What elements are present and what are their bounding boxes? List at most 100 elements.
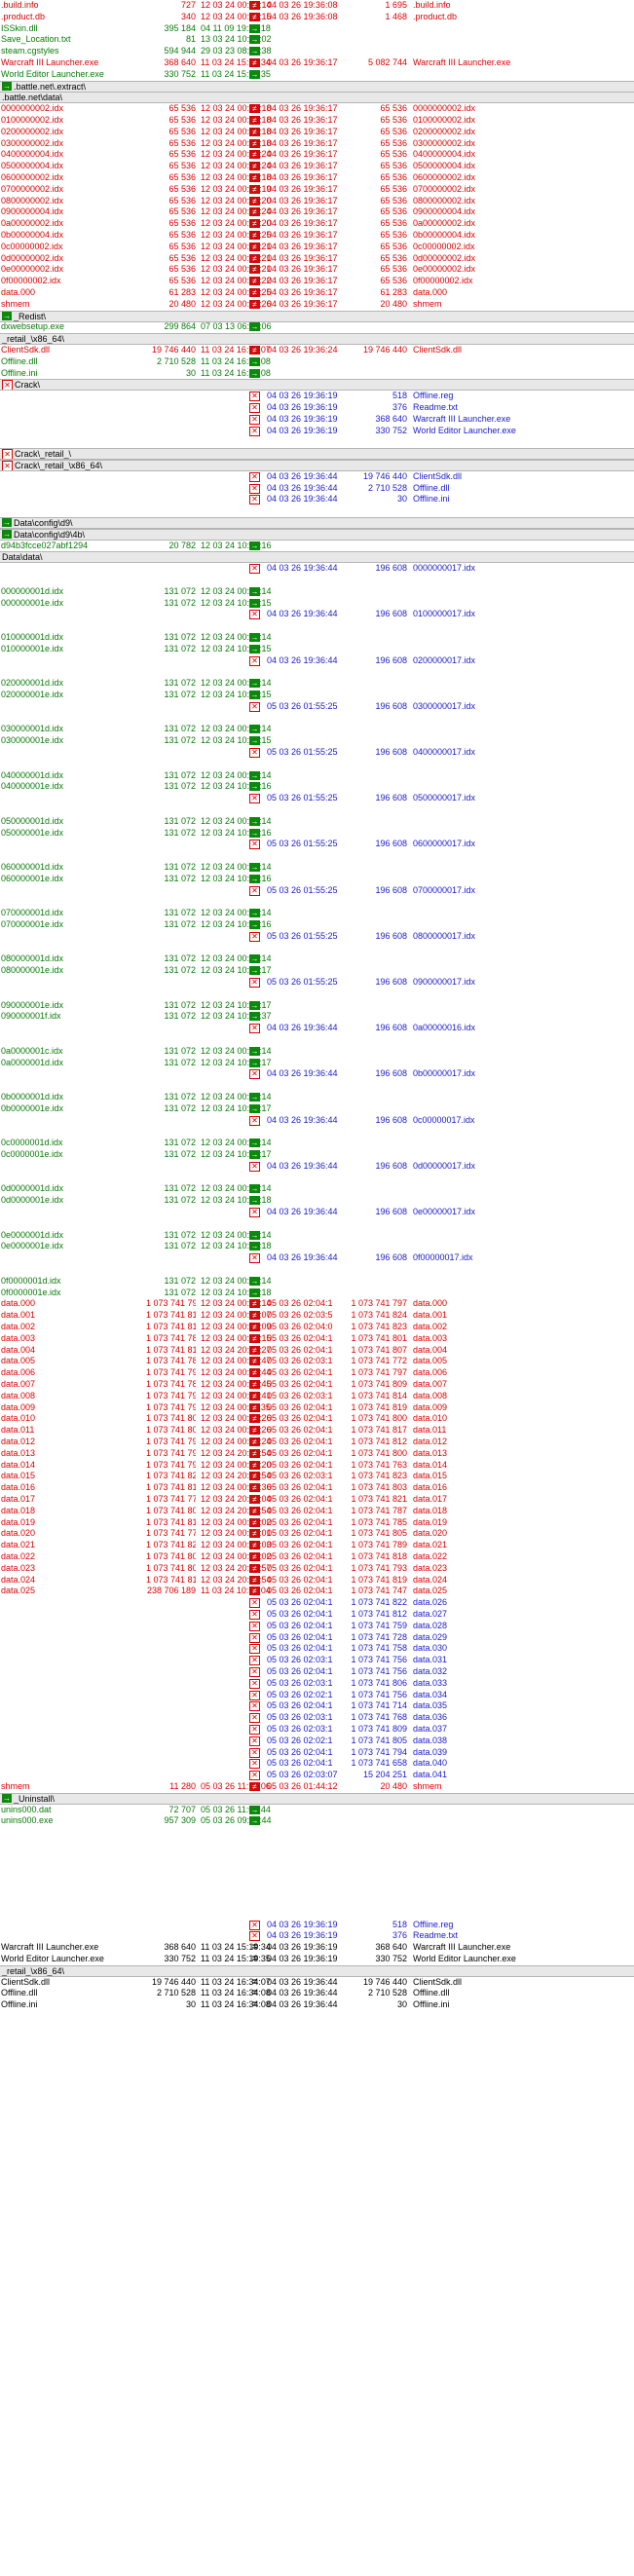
file-row[interactable]: ✕ 04 03 26 19:36:44 19 746 440 ClientSdk.dl… bbox=[0, 471, 634, 482]
file-row[interactable]: 0a00000002.idx 65 536 12 03 24 00:02:20 ≠ 04… bbox=[0, 218, 634, 229]
file-row[interactable]: data.008 1 073 741 797 12 03 24 00:10:41≠ 0… bbox=[0, 1391, 634, 1401]
folder-header[interactable]: ✕ Crack\_retail_\x86_64\ bbox=[0, 460, 634, 471]
file-row[interactable]: 0e0000001d.idx 131 072 12 03 24 00:26:14 → bbox=[0, 1230, 634, 1241]
file-row[interactable]: ✕ 04 03 26 19:36:44 196 608 0a00000016.idx bbox=[0, 1023, 634, 1034]
file-row[interactable]: ✕ 04 03 26 19:36:19 518 Offline.reg bbox=[0, 1920, 634, 1930]
file-row[interactable]: data.000 61 283 12 03 24 00:02:25 ≠ 04 03 26… bbox=[0, 287, 634, 298]
file-row[interactable]: ✕ 05 03 26 02:03:07 15 204 251 data.041 bbox=[0, 1770, 634, 1781]
file-row[interactable]: 0200000002.idx 65 536 12 03 24 00:02:18 ≠ 04… bbox=[0, 127, 634, 137]
file-row[interactable]: ✕ 04 03 26 19:36:44 196 608 0b00000017.idx bbox=[0, 1068, 634, 1080]
file-row[interactable]: data.020 1 073 741 774 12 03 24 00:22:01≠ 0… bbox=[0, 1528, 634, 1539]
file-row[interactable]: data.000 1 073 741 795 12 03 24 00:26:14≠ 0… bbox=[0, 1298, 634, 1309]
file-row[interactable]: ✕ 04 03 26 19:36:44 196 608 0c00000017.idx bbox=[0, 1115, 634, 1126]
file-row[interactable]: ✕ 05 03 26 02:03:1 1 073 741 756 data.031 bbox=[0, 1655, 634, 1666]
file-row[interactable]: 060000001e.idx 131 072 12 03 24 10:51:16 → bbox=[0, 874, 634, 884]
file-row[interactable]: dxwebsetup.exe 299 864 07 03 13 06:39:06 → bbox=[0, 321, 634, 332]
file-row[interactable]: 0700000002.idx 65 536 12 03 24 00:02:19 ≠ 04… bbox=[0, 184, 634, 195]
file-row[interactable]: data.007 1 073 741 788 12 03 24 00:09:45≠ 0… bbox=[0, 1379, 634, 1390]
file-row[interactable]: data.013 1 073 741 793 12 03 24 20:25:54≠ 0… bbox=[0, 1448, 634, 1459]
file-row[interactable]: data.014 1 073 741 793 12 03 24 00:16:20≠ 0… bbox=[0, 1460, 634, 1471]
file-row[interactable]: data.021 1 073 741 823 12 03 24 00:23:03≠ 0… bbox=[0, 1540, 634, 1550]
file-row[interactable]: ✕ 05 03 26 02:04:1 1 073 741 794 data.039 bbox=[0, 1747, 634, 1758]
file-row[interactable]: 000000001d.idx 131 072 12 03 24 00:26:14 → bbox=[0, 586, 634, 597]
file-row[interactable]: 0900000004.idx 65 536 12 03 24 00:02:24 ≠ 04… bbox=[0, 206, 634, 217]
folder-header[interactable]: ✕ Crack\_retail_\ bbox=[0, 448, 634, 461]
file-row[interactable]: 0c00000002.idx 65 536 12 03 24 00:02:21 ≠ 04… bbox=[0, 242, 634, 252]
file-row[interactable]: data.012 1 073 741 793 12 03 24 00:14:24≠ 0… bbox=[0, 1437, 634, 1447]
file-row[interactable]: 080000001d.idx 131 072 12 03 24 00:26:14 → bbox=[0, 953, 634, 964]
folder-header[interactable]: → _Redist\ bbox=[0, 310, 634, 322]
file-row[interactable]: .product.db 340 12 03 24 00:26:15 ≠ 04 03 26… bbox=[0, 12, 634, 22]
folder-header[interactable]: → Data\config\d9\4b\ bbox=[0, 528, 634, 541]
file-row[interactable]: steam.cgstyles 594 944 29 03 23 08:52:38 → bbox=[0, 46, 634, 56]
file-row[interactable]: 010000001d.idx 131 072 12 03 24 00:26:14 → bbox=[0, 632, 634, 643]
file-row[interactable]: 030000001d.idx 131 072 12 03 24 00:26:14 → bbox=[0, 724, 634, 734]
file-row[interactable]: 090000001f.idx 131 072 12 03 24 10:57:37 → bbox=[0, 1011, 634, 1022]
file-row[interactable]: shmem 20 480 12 03 24 00:02:26 ≠ 04 03 26 19… bbox=[0, 299, 634, 310]
file-row[interactable]: 0a0000001d.idx 131 072 12 03 24 10:51:17 → bbox=[0, 1058, 634, 1068]
file-row[interactable]: 0b00000004.idx 65 536 12 03 24 00:02:25 ≠ 04… bbox=[0, 230, 634, 241]
file-row[interactable]: 0c0000001d.idx 131 072 12 03 24 00:26:14 → bbox=[0, 1138, 634, 1148]
file-row[interactable]: ✕ 05 03 26 02:04:1 1 073 741 758 data.030 bbox=[0, 1643, 634, 1655]
file-row[interactable]: 080000001e.idx 131 072 12 03 24 10:51:17 → bbox=[0, 965, 634, 976]
file-row[interactable]: Save_Location.txt 81 13 03 24 10:03:02 → bbox=[0, 34, 634, 45]
file-row[interactable]: 0300000002.idx 65 536 12 03 24 00:02:18 ≠ 04… bbox=[0, 138, 634, 149]
file-row[interactable]: 050000001e.idx 131 072 12 03 24 10:51:16 → bbox=[0, 828, 634, 839]
file-row[interactable]: ✕ 04 03 26 19:36:19 368 640 Warcraft III La… bbox=[0, 414, 634, 425]
file-row[interactable]: 0f00000002.idx 65 536 12 03 24 00:02:22 ≠ 04… bbox=[0, 276, 634, 286]
file-row[interactable]: unins000.exe 957 309 05 03 26 09:53:44 → bbox=[0, 1815, 634, 1826]
file-row[interactable]: data.023 1 073 741 800 12 03 24 20:24:57≠ 0… bbox=[0, 1563, 634, 1574]
folder-header[interactable]: _retail_\x86_64\ bbox=[0, 333, 634, 346]
folder-header[interactable]: _retail_\x86_64\ bbox=[0, 1964, 634, 1977]
folder-header[interactable]: → .battle.net\.extract\ bbox=[0, 80, 634, 93]
file-row[interactable]: ✕ 05 03 26 02:04:1 1 073 741 714 data.035 bbox=[0, 1700, 634, 1712]
file-row[interactable]: Warcraft III Launcher.exe 368 640 11 03 24… bbox=[0, 1942, 634, 1953]
file-row[interactable]: 030000001e.idx 131 072 12 03 24 10:51:15 → bbox=[0, 735, 634, 746]
file-row[interactable]: 0d00000002.idx 65 536 12 03 24 00:02:21 ≠ 04… bbox=[0, 253, 634, 264]
file-row[interactable]: ✕ 04 03 26 19:36:44 196 608 0000000017.idx bbox=[0, 563, 634, 575]
file-row[interactable]: unins000.dat 72 707 05 03 26 11:04:44 → bbox=[0, 1805, 634, 1815]
file-row[interactable]: ✕ 04 03 26 19:36:19 376 Readme.txt bbox=[0, 402, 634, 413]
file-row[interactable]: ✕ 04 03 26 19:36:44 196 608 0d00000017.idx bbox=[0, 1161, 634, 1172]
file-row[interactable]: data.015 1 073 741 822 12 03 24 20:25:54≠ 0… bbox=[0, 1471, 634, 1481]
file-row[interactable]: data.002 1 073 741 815 12 03 24 00:05:09≠ 0… bbox=[0, 1322, 634, 1332]
file-row[interactable]: 0500000004.idx 65 536 12 03 24 00:02:24 ≠ 04… bbox=[0, 161, 634, 171]
file-row[interactable]: shmem 11 280 05 03 26 11:12:06 ≠ 05 03 26 01… bbox=[0, 1781, 634, 1792]
file-row[interactable]: ✕ 05 03 26 01:55:25 196 608 0300000017.idx bbox=[0, 701, 634, 712]
file-row[interactable]: ✕ 04 03 26 19:36:44 196 608 0e00000017.idx bbox=[0, 1207, 634, 1217]
file-row[interactable]: 0c0000001e.idx 131 072 12 03 24 10:51:17 → bbox=[0, 1149, 634, 1160]
file-row[interactable]: .build.info 727 12 03 24 00:26:14 ≠ 04 03 26… bbox=[0, 0, 634, 11]
file-row[interactable]: d94b3fcce027abf1294 20 782 12 03 24 10:44:… bbox=[0, 541, 634, 551]
file-row[interactable]: 0d0000001d.idx 131 072 12 03 24 00:26:14 → bbox=[0, 1183, 634, 1194]
file-row[interactable]: 0e00000002.idx 65 536 12 03 24 00:02:21 ≠ 04… bbox=[0, 264, 634, 275]
file-row[interactable]: ✕ 04 03 26 19:36:44 196 608 0f00000017.idx bbox=[0, 1252, 634, 1264]
file-row[interactable]: data.024 1 073 741 819 12 03 24 20:25:54≠ 0… bbox=[0, 1575, 634, 1586]
file-row[interactable]: ✕ 05 03 26 02:03:1 1 073 741 809 data.037 bbox=[0, 1724, 634, 1735]
file-row[interactable]: 0d0000001e.idx 131 072 12 03 24 10:51:18 → bbox=[0, 1195, 634, 1206]
file-row[interactable]: ClientSdk.dll 19 746 440 11 03 24 16:34:07… bbox=[0, 345, 634, 355]
file-row[interactable]: ClientSdk.dll 19 746 440 11 03 24 16:34:07… bbox=[0, 1977, 634, 1988]
file-row[interactable]: 0000000002.idx 65 536 12 03 24 00:02:18 ≠ 04… bbox=[0, 103, 634, 114]
file-row[interactable]: ✕ 05 03 26 02:04:1 1 073 741 812 data.027 bbox=[0, 1609, 634, 1620]
file-row[interactable]: ✕ 05 03 26 02:03:1 1 073 741 768 data.036 bbox=[0, 1712, 634, 1724]
file-row[interactable]: 0b0000001e.idx 131 072 12 03 24 10:51:17 → bbox=[0, 1103, 634, 1114]
file-row[interactable]: data.016 1 073 741 817 12 03 24 00:18:36≠ 0… bbox=[0, 1482, 634, 1493]
file-row[interactable]: ✕ 05 03 26 02:04:1 1 073 741 728 data.029 bbox=[0, 1632, 634, 1643]
file-row[interactable]: data.001 1 073 741 812 12 03 24 00:04:07≠ 0… bbox=[0, 1310, 634, 1321]
file-row[interactable]: 050000001d.idx 131 072 12 03 24 00:26:14 → bbox=[0, 816, 634, 827]
file-row[interactable]: 040000001d.idx 131 072 12 03 24 00:26:14 → bbox=[0, 770, 634, 781]
file-row[interactable]: ✕ 05 03 26 02:04:1 1 073 741 658 data.040 bbox=[0, 1758, 634, 1770]
file-row[interactable]: ✕ 04 03 26 19:36:19 330 752 World Editor La… bbox=[0, 426, 634, 436]
file-row[interactable]: 0100000002.idx 65 536 12 03 24 00:02:18 ≠ 04… bbox=[0, 115, 634, 126]
folder-header[interactable]: → _Uninstall\ bbox=[0, 1792, 634, 1805]
file-row[interactable]: 0a0000001c.idx 131 072 12 03 24 00:26:14 → bbox=[0, 1046, 634, 1057]
file-row[interactable]: 070000001d.idx 131 072 12 03 24 00:26:14 → bbox=[0, 908, 634, 918]
file-row[interactable]: ✕ 05 03 26 02:03:1 1 073 741 806 data.033 bbox=[0, 1678, 634, 1689]
file-row[interactable]: 0b0000001d.idx 131 072 12 03 24 00:26:14 → bbox=[0, 1092, 634, 1102]
file-row[interactable]: data.025 238 706 189 11 03 24 10:57:04 ≠ 05 … bbox=[0, 1586, 634, 1596]
file-row[interactable]: data.010 1 073 741 803 12 03 24 00:12:26≠ 0… bbox=[0, 1413, 634, 1424]
folder-header[interactable]: .battle.net\data\ bbox=[0, 92, 634, 104]
file-row[interactable]: data.011 1 073 741 802 12 03 24 00:13:26≠ 0… bbox=[0, 1425, 634, 1436]
file-row[interactable]: data.019 1 073 741 817 12 03 24 00:21:02≠ 0… bbox=[0, 1517, 634, 1528]
file-row[interactable]: ✕ 05 03 26 01:55:25 196 608 0700000017.idx bbox=[0, 885, 634, 896]
